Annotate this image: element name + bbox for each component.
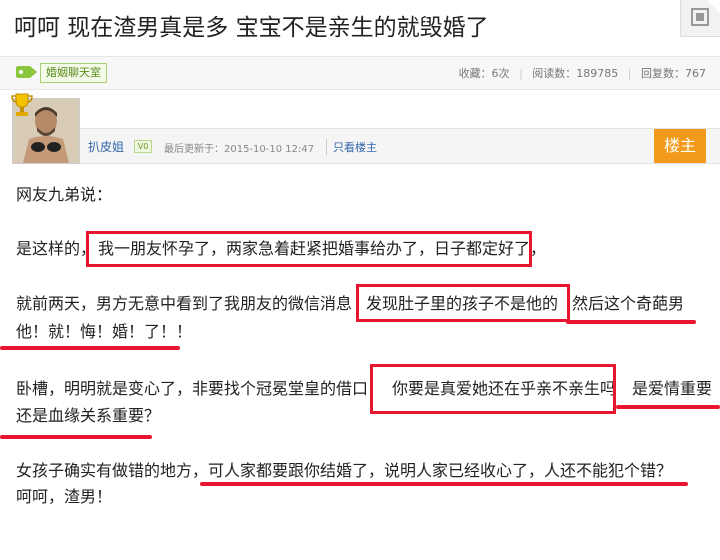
thread-title: 呵呵 现在渣男真是多 宝宝不是亲生的就毁婚了	[14, 15, 489, 41]
text-segment: 就前两天，男方无意中看到了我朋友的微信消息	[16, 294, 353, 313]
author-name[interactable]: 扒皮姐	[88, 138, 124, 155]
text-segment: 女孩子确实有做错的地方，	[16, 461, 209, 480]
highlight-box	[370, 364, 616, 414]
underline-mark	[0, 346, 180, 350]
post-line-1: 网友九弟说：	[16, 185, 113, 204]
underline-mark	[616, 405, 720, 409]
tag-icon	[16, 66, 37, 78]
reply-count: 回复数：767	[641, 67, 706, 80]
level-badge: V0	[134, 140, 152, 153]
post-line-4: 他！就！悔！婚！了！！	[16, 322, 193, 341]
post-line-6: 还是血缘关系重要？	[16, 406, 161, 425]
favorites-count: 收藏：6次	[458, 67, 510, 80]
text-segment: 卧槽，明明就是变心了，非要找个冠冕堂皇的借口！	[16, 379, 385, 398]
forum-tag[interactable]: 婚姻聊天室	[40, 63, 107, 83]
only-op-link[interactable]: 只看楼主	[326, 139, 377, 155]
thread-stats: 收藏：6次 | 阅读数：189785 | 回复数：767	[458, 67, 706, 80]
text-segment: 是这样的，	[16, 239, 97, 258]
highlight-box	[86, 231, 532, 267]
underline-mark	[566, 320, 696, 324]
last-updated: 最后更新于：2015-10-10 12:47	[164, 144, 315, 155]
owner-badge: 楼主	[654, 129, 706, 163]
text-segment: 是爱情重要	[632, 379, 713, 398]
underline-mark	[0, 435, 152, 439]
read-count: 阅读数：189785	[532, 67, 619, 80]
text-segment: 然后这个奇葩男	[572, 294, 685, 313]
post-line-3: 就前两天，男方无意中看到了我朋友的微信消息 发现肚子里的孩子不是他的 然后这个奇葩男	[16, 293, 684, 315]
underline-mark	[200, 482, 688, 486]
underlined-text: 可人家都要跟你结婚了，说明人家已经收心了，人还不能犯个错？	[208, 461, 673, 480]
post-header: 扒皮姐 V0 最后更新于：2015-10-10 12:47 只看楼主 楼主	[80, 128, 720, 164]
post-line-7: 女孩子确实有做错的地方，可人家都要跟你结婚了，说明人家已经收心了，人还不能犯个错…	[16, 460, 672, 482]
qr-code-icon[interactable]	[680, 0, 720, 37]
post-line-8: 呵呵，渣男！	[16, 487, 113, 506]
trophy-icon	[11, 93, 33, 116]
highlight-box	[356, 284, 570, 322]
text-segment: ，	[530, 239, 547, 258]
thread-info-bar: 婚姻聊天室 收藏：6次 | 阅读数：189785 | 回复数：767	[0, 56, 720, 90]
